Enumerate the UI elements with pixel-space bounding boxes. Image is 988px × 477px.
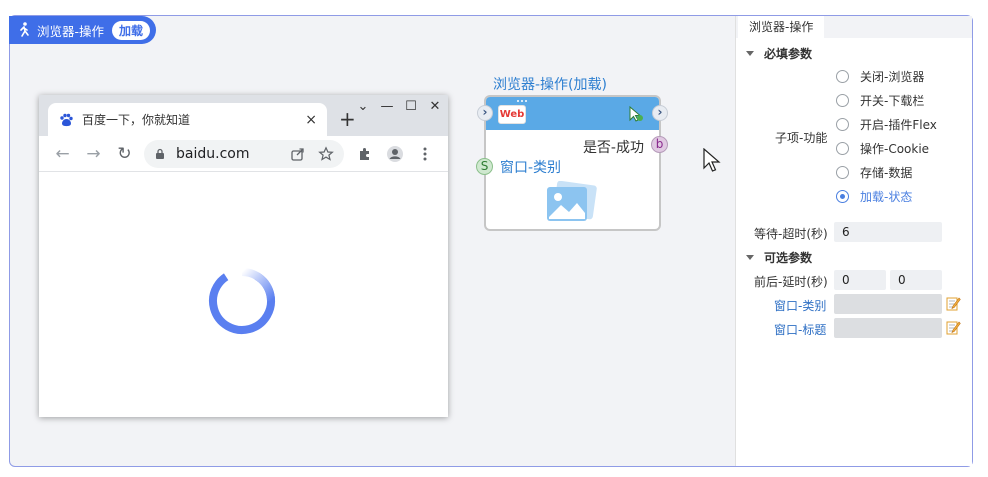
share-icon[interactable] <box>290 146 306 162</box>
input-string-port[interactable]: S <box>476 158 493 175</box>
radio-icon[interactable] <box>836 94 849 107</box>
option-load-state[interactable]: 加载-状态 <box>836 188 912 205</box>
timeout-label: 等待-超时(秒) <box>754 227 828 241</box>
url-text: baidu.com <box>176 145 250 162</box>
option-close-browser[interactable]: 关闭-浏览器 <box>836 68 924 85</box>
node-output-flow-port[interactable]: › <box>652 105 668 121</box>
tab-browser-operation[interactable]: 浏览器-操作 <box>738 16 825 38</box>
option-label: 加载-状态 <box>860 190 913 204</box>
optional-params-section[interactable]: 可选参数 <box>746 249 812 266</box>
window-controls: ⌄ — ☐ ✕ <box>356 99 442 114</box>
required-params-title: 必填参数 <box>764 47 813 61</box>
collapse-triangle-icon <box>746 51 754 56</box>
delay-after-input[interactable]: 0 <box>890 270 942 290</box>
tab-search-icon[interactable]: ⌄ <box>356 99 370 114</box>
browser-toolbar: ← → ↻ baidu.com <box>39 136 448 172</box>
sub-function-label: 子项-功能 <box>775 131 828 145</box>
node-input-flow-port[interactable]: › <box>477 105 493 121</box>
output-bool-port[interactable]: b <box>651 136 668 153</box>
forward-icon[interactable]: → <box>78 144 109 164</box>
workflow-title-pill[interactable]: 浏览器-操作 加载 <box>9 16 157 44</box>
address-bar[interactable]: baidu.com <box>144 139 344 168</box>
radio-icon[interactable] <box>836 142 849 155</box>
running-person-icon <box>20 22 29 37</box>
input-label: 窗口-类别 <box>500 160 562 176</box>
panel-tabbar: 浏览器-操作 <box>736 16 972 38</box>
output-label: 是否-成功 <box>582 140 644 156</box>
option-label: 关闭-浏览器 <box>860 70 925 84</box>
lock-icon <box>156 148 164 159</box>
collapse-triangle-icon <box>746 255 754 260</box>
edit-icon[interactable] <box>946 296 961 311</box>
mouse-pointer-icon <box>703 148 721 172</box>
radio-icon[interactable] <box>836 70 849 83</box>
delay-before-input[interactable]: 0 <box>834 270 886 290</box>
more-menu-icon[interactable] <box>416 145 434 163</box>
option-label: 开启-插件Flex <box>860 118 937 132</box>
close-window-icon[interactable]: ✕ <box>428 99 442 114</box>
browser-window-preview: 百度一下，你就知道 × + ⌄ — ☐ ✕ ← → ↻ baidu.com <box>39 95 448 417</box>
option-toggle-download-bar[interactable]: 开关-下载栏 <box>836 92 924 109</box>
drag-handle-icon[interactable] <box>516 99 528 105</box>
image-placeholder-icon <box>547 181 597 221</box>
node-header[interactable]: Web <box>486 97 659 130</box>
profile-avatar-icon[interactable] <box>386 145 404 163</box>
maximize-icon[interactable]: ☐ <box>404 99 418 114</box>
option-label: 开关-下载栏 <box>860 94 925 108</box>
properties-panel: 浏览器-操作 必填参数 关闭-浏览器 开关-下载栏 开启-插件Flex 操作-C… <box>735 16 972 466</box>
delay-label: 前后-延时(秒) <box>754 275 828 289</box>
browser-tab-strip: 百度一下，你就知道 × + ⌄ — ☐ ✕ <box>39 95 448 136</box>
minimize-icon[interactable]: — <box>380 99 394 114</box>
radio-selected-icon[interactable] <box>836 190 849 203</box>
window-type-label[interactable]: 窗口-类别 <box>774 297 826 314</box>
optional-params-title: 可选参数 <box>764 251 813 265</box>
new-tab-button[interactable]: + <box>339 107 356 131</box>
option-cookie[interactable]: 操作-Cookie <box>836 140 929 157</box>
window-type-input[interactable] <box>834 294 942 314</box>
tab-title: 百度一下，你就知道 <box>82 113 191 127</box>
bookmark-star-icon[interactable] <box>318 145 334 162</box>
browser-tab[interactable]: 百度一下，你就知道 × <box>48 103 327 136</box>
window-title-input[interactable] <box>834 318 942 338</box>
reload-icon[interactable]: ↻ <box>109 144 140 164</box>
web-icon: Web <box>498 105 526 124</box>
workflow-title: 浏览器-操作 <box>37 23 105 39</box>
option-label: 操作-Cookie <box>860 142 930 156</box>
node-title: 浏览器-操作(加载) <box>493 77 607 93</box>
back-icon[interactable]: ← <box>47 144 78 164</box>
radio-icon[interactable] <box>836 166 849 179</box>
tab-close-icon[interactable]: × <box>305 112 317 128</box>
option-label: 存储-数据 <box>860 166 913 180</box>
option-store-data[interactable]: 存储-数据 <box>836 164 912 181</box>
option-enable-flex[interactable]: 开启-插件Flex <box>836 116 937 133</box>
baidu-paw-icon <box>60 113 73 126</box>
extensions-icon[interactable] <box>356 145 374 163</box>
timeout-input[interactable]: 6 <box>834 222 942 242</box>
loading-spinner-icon <box>209 268 275 334</box>
load-badge: 加载 <box>112 20 151 40</box>
edit-icon[interactable] <box>946 320 961 335</box>
window-title-label[interactable]: 窗口-标题 <box>774 321 826 338</box>
radio-icon[interactable] <box>836 118 849 131</box>
required-params-section[interactable]: 必填参数 <box>746 45 812 62</box>
node-cursor-icon <box>629 105 643 122</box>
